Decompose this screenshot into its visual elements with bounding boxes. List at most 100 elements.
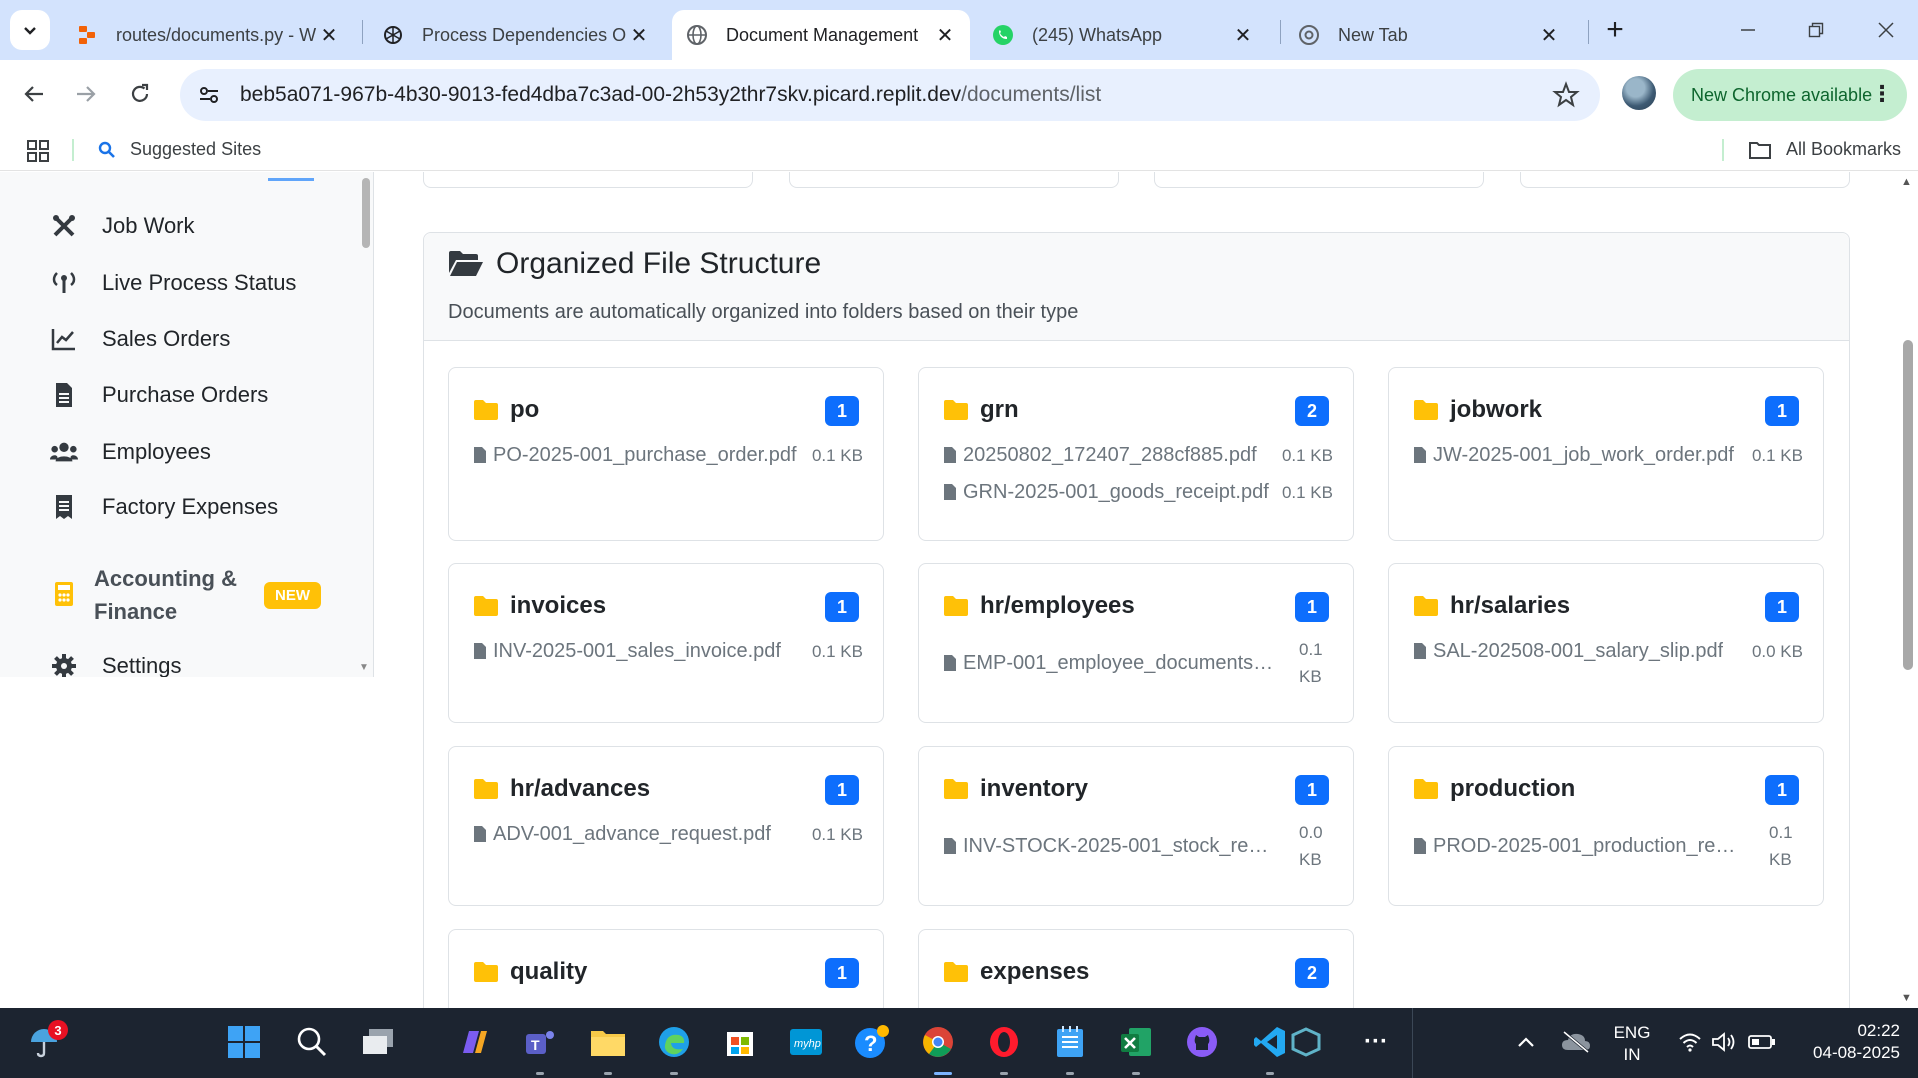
close-icon[interactable]: ✕	[1538, 23, 1560, 48]
tab-process-dependencies[interactable]: Process Dependencies O ✕	[368, 10, 664, 60]
card-title-text: Organized File Structure	[496, 247, 822, 280]
tab-search-button[interactable]	[10, 10, 50, 50]
github-desktop-app[interactable]	[1182, 1022, 1222, 1062]
volume-icon	[1712, 1032, 1735, 1052]
opera-app[interactable]	[984, 1022, 1024, 1062]
file-explorer-app[interactable]	[588, 1022, 628, 1062]
sidebar-item-factory-expenses[interactable]: Factory Expenses	[50, 493, 278, 521]
chevron-up-icon	[1518, 1037, 1534, 1047]
close-icon	[1878, 22, 1894, 38]
reload-button[interactable]	[120, 74, 160, 114]
sidebar-item-live-process-status[interactable]: Live Process Status	[50, 269, 296, 297]
apps-grid-icon[interactable]	[26, 139, 50, 163]
tab-new-tab[interactable]: New Tab ✕	[1284, 10, 1574, 60]
sidebar-item-accounting-finance[interactable]: Accounting & Finance	[50, 562, 254, 628]
onedrive-button[interactable]	[1556, 1022, 1596, 1062]
tab-title: New Tab	[1338, 24, 1408, 45]
language-indicator[interactable]: ENG IN	[1612, 1022, 1652, 1066]
tools-icon	[50, 212, 78, 240]
visual-studio-app[interactable]	[1286, 1022, 1326, 1062]
profile-avatar[interactable]	[1622, 76, 1656, 110]
folder-card-hr-salaries[interactable]: hr/salaries 1 SAL-202508-001_salary_slip…	[1388, 563, 1824, 723]
stat-card	[423, 172, 753, 188]
file-count-badge: 1	[1295, 775, 1329, 805]
menu-dots-icon[interactable]: ⋮	[1871, 81, 1893, 107]
volume-status[interactable]	[1704, 1022, 1744, 1062]
sidebar-scrollbar[interactable]	[362, 178, 370, 248]
sidebar-item-settings[interactable]: Settings	[50, 652, 182, 677]
card-title: Organized File Structure	[448, 247, 821, 281]
folder-card-quality[interactable]: quality 1	[448, 929, 884, 1008]
bookmark-star-icon[interactable]	[1552, 81, 1580, 109]
folder-card-grn[interactable]: grn 2 20250802_172407_288cf885.pdf 0.1 K…	[918, 367, 1354, 541]
get-help-app[interactable]: ?	[852, 1022, 892, 1062]
tab-whatsapp[interactable]: (245) WhatsApp ✕	[978, 10, 1268, 60]
folder-card-hr-employees[interactable]: hr/employees 1 EMP-001_employee_document…	[918, 563, 1354, 723]
sidebar-item-job-work[interactable]: Job Work	[50, 212, 195, 240]
close-icon[interactable]: ✕	[318, 23, 340, 48]
scroll-down-icon[interactable]: ▼	[1901, 992, 1912, 1004]
site-settings-icon[interactable]	[192, 78, 226, 112]
restore-button[interactable]	[1796, 10, 1836, 50]
taskbar-divider	[1412, 1008, 1413, 1078]
folder-card-jobwork[interactable]: jobwork 1 JW-2025-001_job_work_order.pdf…	[1388, 367, 1824, 541]
all-bookmarks-button[interactable]: All Bookmarks	[1748, 139, 1901, 160]
chrome-app[interactable]	[918, 1022, 958, 1062]
close-icon[interactable]: ✕	[1232, 23, 1254, 48]
tab-routes-documents[interactable]: routes/documents.py - W ✕	[62, 10, 354, 60]
bookmark-suggested-sites[interactable]: Suggested Sites	[98, 139, 261, 160]
show-hidden-icons-button[interactable]	[1506, 1022, 1546, 1062]
scroll-up-icon[interactable]: ▲	[1901, 176, 1912, 188]
page-scrollbar-thumb[interactable]	[1903, 340, 1913, 670]
vscode-app[interactable]	[1250, 1022, 1290, 1062]
file-size: 0.1 KB	[1299, 640, 1323, 686]
file-name: PO-2025-001_purchase_order.pdf	[493, 444, 797, 466]
task-view-button[interactable]	[358, 1022, 398, 1062]
clock[interactable]: 02:22 04-08-2025	[1790, 1020, 1900, 1064]
opera-icon	[990, 1027, 1018, 1057]
folder-card-invoices[interactable]: invoices 1 INV-2025-001_sales_invoice.pd…	[448, 563, 884, 723]
copilot-app[interactable]	[454, 1022, 494, 1062]
file-size: 0.1 KB	[1281, 483, 1333, 502]
folder-name: expenses	[980, 958, 1090, 985]
tab-title: Process Dependencies O	[422, 24, 627, 45]
minimize-icon	[1741, 29, 1755, 31]
microsoft-store-app[interactable]	[720, 1022, 760, 1062]
folder-card-expenses[interactable]: expenses 2	[918, 929, 1354, 1008]
sidebar-item-employees[interactable]: Employees	[50, 438, 211, 466]
battery-status[interactable]	[1742, 1022, 1782, 1062]
new-tab-button[interactable]: +	[1597, 12, 1633, 48]
myhp-app[interactable]: myhp	[786, 1022, 826, 1062]
file-icon	[944, 484, 956, 500]
excel-app[interactable]	[1116, 1022, 1156, 1062]
folder-card-inventory[interactable]: inventory 1 INV-STOCK-2025-001_stock_rep…	[918, 746, 1354, 906]
back-button[interactable]	[14, 74, 54, 114]
teams-app[interactable]: T	[520, 1022, 560, 1062]
more-apps-button[interactable]: ···	[1356, 1022, 1396, 1062]
file-icon	[474, 826, 486, 842]
close-icon[interactable]: ✕	[628, 23, 650, 48]
close-icon[interactable]: ✕	[934, 23, 956, 48]
file-icon	[1414, 643, 1426, 659]
folder-name: inventory	[980, 775, 1089, 802]
folder-card-production[interactable]: production 1 PROD-2025-001_production_re…	[1388, 746, 1824, 906]
forward-button[interactable]	[66, 74, 106, 114]
chrome-update-button[interactable]: New Chrome available ⋮	[1673, 69, 1907, 121]
minimize-button[interactable]	[1728, 10, 1768, 50]
file-icon	[50, 381, 78, 409]
folder-title: invoices	[473, 592, 606, 620]
sidebar-item-purchase-orders[interactable]: Purchase Orders	[50, 381, 268, 409]
sidebar-scroll-down-icon[interactable]: ▼	[359, 662, 369, 673]
start-button[interactable]	[224, 1022, 264, 1062]
folder-card-po[interactable]: po 1 PO-2025-001_purchase_order.pdf 0.1 …	[448, 367, 884, 541]
file-count-badge: 1	[1765, 396, 1799, 426]
notepad-app[interactable]	[1050, 1022, 1090, 1062]
stat-card	[1154, 172, 1484, 188]
tab-document-management[interactable]: Document Management ✕	[672, 10, 970, 60]
edge-app[interactable]	[654, 1022, 694, 1062]
search-button[interactable]	[292, 1022, 332, 1062]
address-bar[interactable]: beb5a071-967b-4b30-9013-fed4dba7c3ad-00-…	[180, 69, 1600, 121]
sidebar-item-sales-orders[interactable]: Sales Orders	[50, 325, 230, 353]
close-window-button[interactable]	[1866, 10, 1906, 50]
folder-card-hr-advances[interactable]: hr/advances 1 ADV-001_advance_request.pd…	[448, 746, 884, 906]
